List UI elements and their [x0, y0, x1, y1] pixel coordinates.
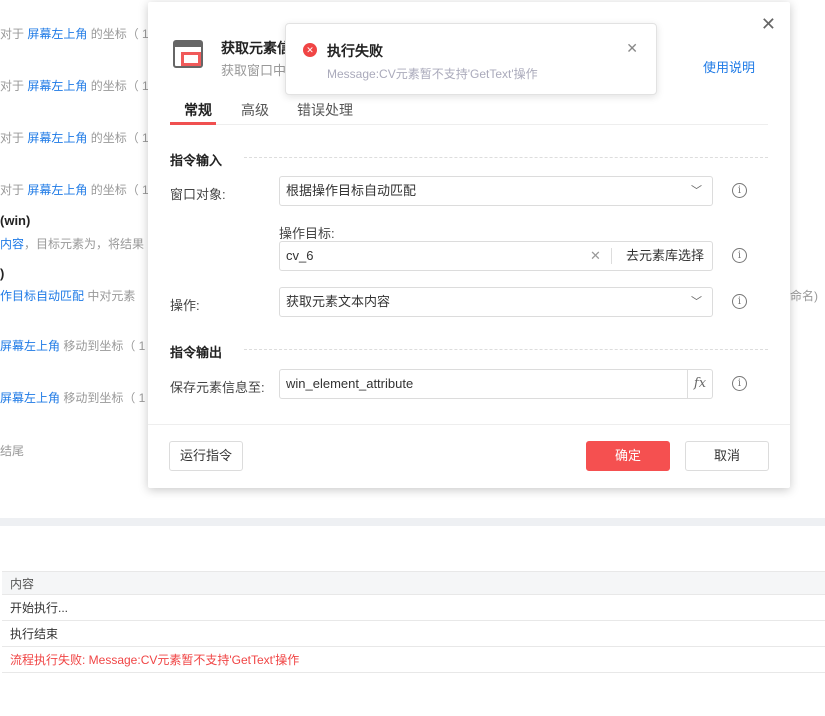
operation-select[interactable]: 获取元素文本内容 ﹀ — [279, 287, 713, 317]
divider — [244, 157, 768, 158]
flow-line[interactable]: 对于 屏幕左上角 的坐标（ 1 — [0, 129, 149, 146]
log-row-error: 流程执行失败: Message:CV元素暂不支持'GetText'操作 — [2, 647, 825, 673]
close-icon[interactable]: ✕ — [626, 40, 638, 57]
link[interactable]: 屏幕左上角 — [27, 79, 87, 93]
confirm-button[interactable]: 确定 — [586, 441, 670, 471]
text: 对于 — [0, 79, 28, 93]
save-variable-input[interactable]: win_element_attribute fx — [279, 369, 713, 399]
flow-title: (win) — [0, 213, 31, 228]
flow-end: 结尾 — [0, 444, 25, 458]
dialog-subtitle: 获取窗口中 — [221, 63, 287, 78]
tab-general[interactable]: 常规 — [184, 100, 212, 120]
log-row: 开始执行... — [2, 595, 825, 621]
text: 中对元素 — [84, 289, 136, 303]
toast-message: Message:CV元素暂不支持'GetText'操作 — [327, 67, 538, 81]
info-icon[interactable]: i — [732, 294, 747, 309]
target-label: 操作目标: — [279, 226, 335, 241]
text: 的坐标（ 1 — [87, 183, 149, 197]
dialog-title: 获取元素信 — [221, 40, 291, 56]
panel-divider[interactable] — [0, 518, 825, 526]
window-label: 窗口对象: — [170, 187, 226, 202]
toast-title: 执行失败 — [327, 43, 383, 59]
link[interactable]: 屏幕左上角 — [27, 27, 87, 41]
log-table: 内容 开始执行... 执行结束 流程执行失败: Message:CV元素暂不支持… — [2, 571, 825, 673]
flow-line[interactable]: 内容，目标元素为，将结果 — [0, 235, 144, 252]
flow-line[interactable]: 屏幕左上角 移动到坐标（ 1 — [0, 389, 145, 406]
divider — [148, 424, 790, 425]
log-row: 执行结束 — [2, 621, 825, 647]
link[interactable]: 屏幕左上角 — [0, 391, 60, 405]
log-header: 内容 — [2, 571, 825, 595]
link[interactable]: 屏幕左上角 — [27, 183, 87, 197]
tab-error-handling[interactable]: 错误处理 — [297, 100, 353, 120]
run-command-button[interactable]: 运行指令 — [169, 441, 243, 471]
target-input[interactable]: cv_6 ✕ 去元素库选择 — [279, 241, 713, 271]
error-icon: ✕ — [303, 43, 317, 57]
text: 的坐标（ 1 — [87, 27, 149, 41]
output-section-title: 指令输出 — [170, 345, 223, 360]
element-window-icon — [173, 40, 203, 68]
active-tab-indicator — [170, 122, 216, 125]
flow-line[interactable]: 作目标自动匹配 中对元素 — [0, 287, 135, 304]
operation-label: 操作: — [170, 298, 200, 313]
element-library-button[interactable]: 去元素库选择 — [626, 242, 704, 270]
text: 移动到坐标（ 1 — [60, 339, 146, 353]
save-value: win_element_attribute — [286, 376, 414, 391]
tabs: 常规 高级 错误处理 — [170, 97, 768, 125]
link[interactable]: 屏幕左上角 — [27, 131, 87, 145]
text: 对于 — [0, 27, 28, 41]
flow-line[interactable]: 对于 屏幕左上角 的坐标（ 1 — [0, 77, 149, 94]
save-label: 保存元素信息至: — [170, 380, 265, 395]
text: ，目标元素为，将结果 — [24, 237, 145, 251]
text: 对于 — [0, 183, 28, 197]
flow-line[interactable]: 屏幕左上角 移动到坐标（ 1 — [0, 337, 145, 354]
close-icon[interactable]: ✕ — [761, 14, 776, 35]
link[interactable]: 屏幕左上角 — [0, 339, 60, 353]
chevron-down-icon: ﹀ — [691, 296, 702, 308]
text: 移动到坐标（ 1 — [60, 391, 146, 405]
cancel-button[interactable]: 取消 — [685, 441, 769, 471]
info-icon[interactable]: i — [732, 248, 747, 263]
flow-line[interactable]: 对于 屏幕左上角 的坐标（ 1 — [0, 181, 149, 198]
operation-value: 获取元素文本内容 — [286, 294, 391, 309]
help-link[interactable]: 使用说明 — [703, 57, 755, 76]
info-icon[interactable]: i — [732, 183, 747, 198]
text: 对于 — [0, 131, 28, 145]
window-value: 根据操作目标自动匹配 — [286, 183, 417, 198]
flow-line[interactable]: 对于 屏幕左上角 的坐标（ 1 — [0, 25, 149, 42]
flow-title: ) — [0, 266, 5, 281]
link[interactable]: 内容 — [0, 237, 24, 251]
link[interactable]: 作目标自动匹配 — [0, 289, 84, 303]
text: 的坐标（ 1 — [87, 131, 149, 145]
tab-advanced[interactable]: 高级 — [241, 100, 269, 120]
info-icon[interactable]: i — [732, 376, 747, 391]
chevron-down-icon: ﹀ — [691, 185, 702, 197]
function-icon[interactable]: fx — [687, 370, 712, 398]
target-value: cv_6 — [286, 248, 314, 263]
clear-icon[interactable]: ✕ — [590, 242, 601, 270]
window-select[interactable]: 根据操作目标自动匹配 ﹀ — [279, 176, 713, 206]
error-toast: ✕ 执行失败 Message:CV元素暂不支持'GetText'操作 ✕ — [285, 23, 657, 95]
divider — [244, 349, 768, 350]
text: 命名) — [790, 289, 818, 303]
text: 的坐标（ 1 — [87, 79, 149, 93]
divider — [611, 248, 612, 264]
input-section-title: 指令输入 — [170, 153, 223, 168]
